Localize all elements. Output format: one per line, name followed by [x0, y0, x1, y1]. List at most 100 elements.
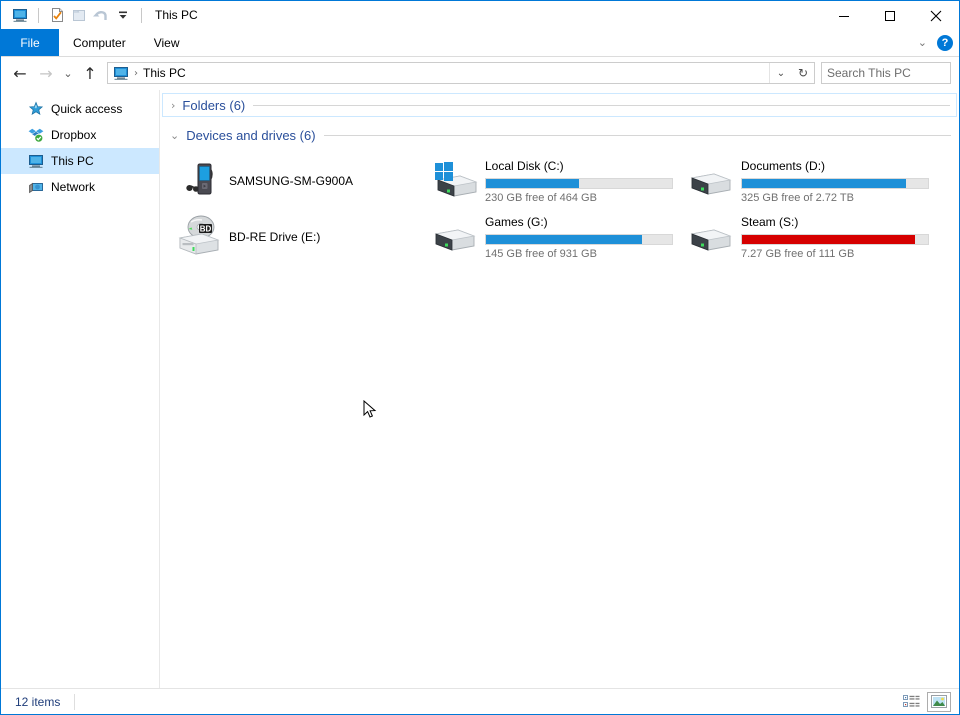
address-dropdown-icon[interactable]: ⌄ — [769, 63, 792, 83]
drive-name: Steam (S:) — [741, 214, 799, 229]
capacity-bar-fill — [742, 234, 915, 244]
caption-buttons — [821, 1, 959, 30]
sidebar-item-label: This PC — [51, 154, 94, 168]
this-pc-icon — [113, 65, 129, 81]
drive-name: Documents (D:) — [741, 158, 826, 173]
optical-drive-icon: BD — [174, 212, 224, 262]
drive-tiles-grid: SAMSUNG-SM-G900A Local Disk (C:) 230 GB … — [160, 147, 959, 265]
drive-free-space: 325 GB free of 2.72 TB — [741, 191, 854, 204]
group-header-devices-and-drives[interactable]: ⌄ Devices and drives (6) — [162, 123, 957, 147]
refresh-icon[interactable]: ↻ — [792, 63, 814, 83]
recent-locations-button[interactable]: ⌄ — [59, 60, 77, 86]
drive-tile[interactable]: SAMSUNG-SM-G900A — [174, 153, 430, 209]
capacity-bar-fill — [742, 178, 906, 188]
breadcrumb-this-pc[interactable]: This PC — [143, 66, 186, 80]
sidebar-item-label: Quick access — [51, 102, 123, 116]
ribbon-tab-bar: File Computer View ⌄ ? — [1, 29, 959, 57]
group-header-rule — [323, 134, 951, 136]
capacity-bar-fill — [486, 178, 579, 188]
tab-computer[interactable]: Computer — [59, 29, 140, 56]
large-icons-view-button[interactable] — [927, 691, 951, 712]
group-header-rule — [253, 104, 950, 106]
portable-media-player-icon — [174, 156, 224, 206]
details-view-button[interactable] — [899, 692, 923, 712]
drive-name: BD-RE Drive (E:) — [229, 230, 321, 244]
dropbox-icon — [27, 127, 44, 143]
drive-tile-body: Documents (D:) 325 GB free of 2.72 TB — [736, 159, 942, 204]
drive-icon — [430, 212, 480, 262]
sidebar-item-network[interactable]: Network — [1, 174, 159, 200]
status-divider — [74, 693, 76, 710]
sidebar-item-dropbox[interactable]: Dropbox — [1, 122, 159, 148]
drive-free-space: 145 GB free of 931 GB — [485, 247, 597, 260]
mouse-cursor — [363, 400, 377, 418]
tab-file[interactable]: File — [1, 29, 59, 56]
capacity-bar — [485, 233, 673, 245]
capacity-bar — [741, 177, 929, 189]
window-title: This PC — [155, 8, 198, 22]
file-explorer-window: This PC File Computer View ⌄ ? ← → ⌄ ↑ ›… — [0, 0, 960, 715]
close-button[interactable] — [913, 1, 959, 30]
view-buttons — [899, 691, 951, 712]
ribbon-right-controls: ⌄ ? — [918, 29, 953, 56]
drive-tile[interactable]: Local Disk (C:) 230 GB free of 464 GB — [430, 153, 686, 209]
undo-icon[interactable] — [90, 4, 112, 26]
group-header-label: Folders (6) — [182, 97, 246, 113]
group-header-label: Devices and drives (6) — [186, 127, 316, 143]
customize-chevron-icon[interactable] — [112, 4, 134, 26]
chevron-down-icon[interactable]: ⌄ — [918, 36, 927, 49]
star-icon — [27, 101, 44, 117]
drive-tile-body: Steam (S:) 7.27 GB free of 111 GB — [736, 215, 942, 260]
drive-tile[interactable]: Steam (S:) 7.27 GB free of 111 GB — [686, 209, 942, 265]
file-list-pane: › Folders (6) ⌄ Devices and drives (6) S… — [159, 90, 959, 688]
breadcrumb-separator[interactable]: › — [134, 68, 138, 79]
drive-name: Games (G:) — [485, 214, 548, 229]
back-button[interactable]: ← — [7, 60, 33, 86]
quick-access-toolbar: This PC — [1, 1, 198, 29]
this-pc-icon[interactable] — [9, 4, 31, 26]
drive-free-space: 7.27 GB free of 111 GB — [741, 247, 855, 260]
sidebar-item-label: Dropbox — [51, 128, 97, 142]
drive-name: Local Disk (C:) — [485, 158, 564, 173]
forward-button[interactable]: → — [33, 60, 59, 86]
drive-tile-body: BD-RE Drive (E:) — [224, 212, 430, 262]
sidebar-item-label: Network — [51, 180, 96, 194]
system-drive-icon — [430, 156, 480, 206]
drive-icon — [686, 212, 736, 262]
maximize-button[interactable] — [867, 1, 913, 30]
capacity-bar — [741, 233, 929, 245]
toolbar-separator-2 — [141, 7, 142, 23]
svg-text:BD: BD — [200, 224, 212, 233]
drive-tile-body: Local Disk (C:) 230 GB free of 464 GB — [480, 159, 686, 204]
drive-free-space: 230 GB free of 464 GB — [485, 191, 597, 204]
item-count-label: 12 items — [15, 694, 61, 709]
status-bar: 12 items — [1, 688, 959, 714]
drive-tile[interactable]: Documents (D:) 325 GB free of 2.72 TB — [686, 153, 942, 209]
tab-view[interactable]: View — [140, 29, 194, 56]
up-button[interactable]: ↑ — [77, 60, 103, 86]
navigation-pane: Quick access Dropbox This PC Network — [1, 90, 159, 688]
drive-icon — [686, 156, 736, 206]
minimize-button[interactable] — [821, 1, 867, 30]
address-bar: ← → ⌄ ↑ › This PC ⌄ ↻ — [1, 57, 960, 90]
properties-icon[interactable] — [46, 4, 68, 26]
drive-tile[interactable]: Games (G:) 145 GB free of 931 GB — [430, 209, 686, 265]
drive-tile[interactable]: BD BD-RE Drive (E:) — [174, 209, 430, 265]
address-path-box[interactable]: › This PC ⌄ ↻ — [107, 62, 815, 84]
title-bar: This PC — [1, 1, 959, 29]
help-icon[interactable]: ? — [937, 34, 953, 51]
new-folder-icon[interactable] — [68, 4, 90, 26]
chevron-down-icon[interactable]: ⌄ — [170, 130, 179, 141]
chevron-right-icon[interactable]: › — [171, 100, 175, 111]
toolbar-separator-1 — [38, 7, 39, 23]
drive-tile-body: Games (G:) 145 GB free of 931 GB — [480, 215, 686, 260]
sidebar-item-quick-access[interactable]: Quick access — [1, 96, 159, 122]
this-pc-icon — [27, 153, 44, 169]
drive-tile-body: SAMSUNG-SM-G900A — [224, 156, 430, 206]
body-split: Quick access Dropbox This PC Network › F… — [1, 90, 959, 688]
group-header-folders[interactable]: › Folders (6) — [162, 93, 957, 117]
sidebar-item-this-pc[interactable]: This PC — [1, 148, 159, 174]
drive-name: SAMSUNG-SM-G900A — [229, 174, 354, 188]
search-input[interactable] — [822, 65, 960, 81]
search-box[interactable] — [821, 62, 960, 84]
